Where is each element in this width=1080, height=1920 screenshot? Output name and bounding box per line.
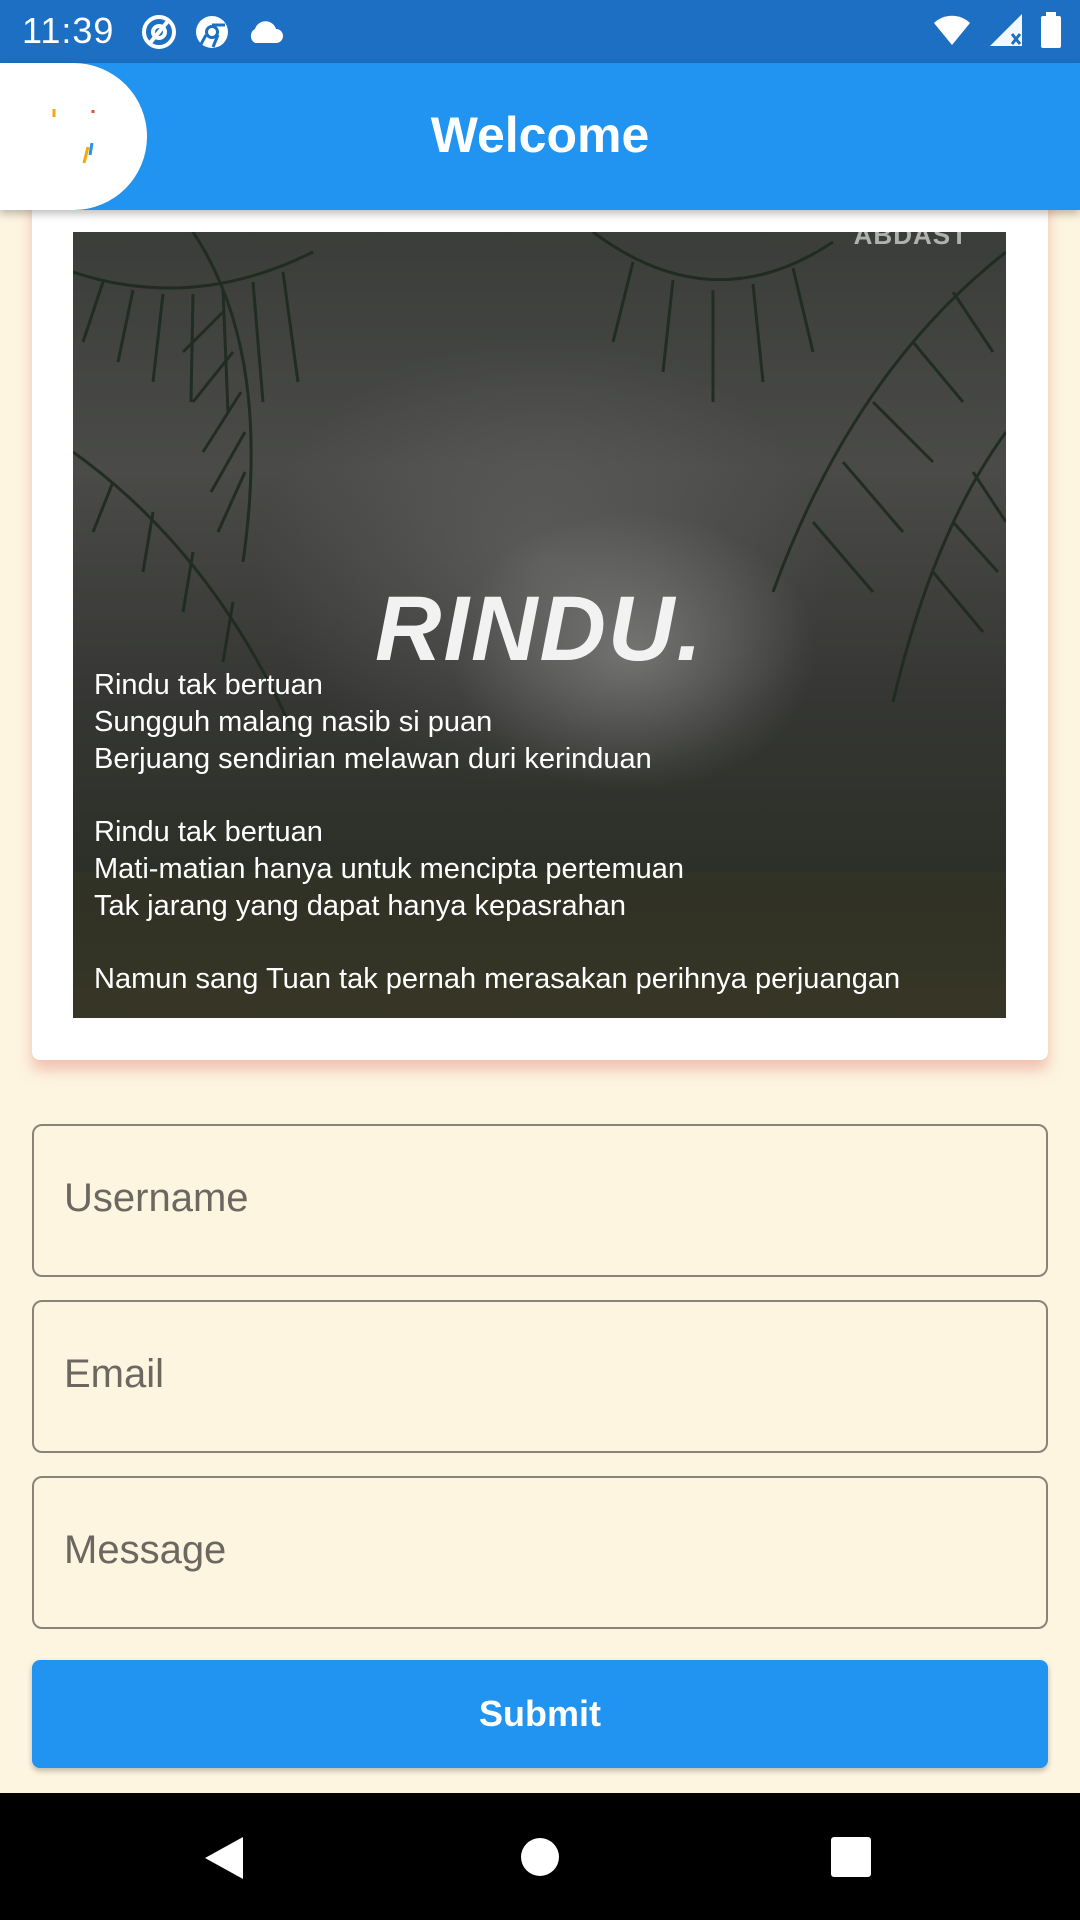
submit-button[interactable]: Submit xyxy=(32,1660,1048,1768)
status-time: 11:39 xyxy=(22,10,115,51)
poster-image: ABDAST RINDU. Rindu tak bertuan Sungguh … xyxy=(73,232,1006,1018)
chrome-icon xyxy=(194,14,230,55)
username-field[interactable]: Username xyxy=(32,1124,1048,1277)
home-icon[interactable] xyxy=(520,1837,560,1882)
back-icon[interactable] xyxy=(203,1835,245,1886)
status-bar: 11:39 xyxy=(0,0,1080,63)
message-field[interactable]: Message xyxy=(32,1476,1048,1629)
navigation-bar xyxy=(0,1793,1080,1920)
signal-icon xyxy=(988,12,1024,53)
poem-text: Rindu tak bertuan Sungguh malang nasib s… xyxy=(94,667,900,998)
app-bar: Welcome xyxy=(0,63,1080,210)
poem-line: Mati-matian hanya untuk mencipta pertemu… xyxy=(94,853,684,885)
recents-icon[interactable] xyxy=(831,1837,871,1882)
message-placeholder: Message xyxy=(64,1528,227,1572)
email-field[interactable]: Email xyxy=(32,1300,1048,1453)
status-icons-left xyxy=(140,13,284,56)
poster-brand: ABDAST xyxy=(853,232,968,250)
battery-icon xyxy=(1040,12,1062,53)
page-title: Welcome xyxy=(430,107,650,163)
username-placeholder: Username xyxy=(64,1176,249,1220)
at-sign-icon xyxy=(140,13,178,56)
poem-line: Rindu tak bertuan xyxy=(94,669,323,701)
status-icons-right xyxy=(932,12,1062,53)
poem-line: Tak jarang yang dapat hanya kepasrahan xyxy=(94,890,627,922)
poem-line: Rindu tak bertuan xyxy=(94,816,323,848)
poem-line: Berjuang sendirian melawan duri kerindua… xyxy=(94,743,652,775)
email-placeholder: Email xyxy=(64,1352,165,1396)
cloud-icon xyxy=(246,17,284,52)
poem-line: Sungguh malang nasib si puan xyxy=(94,706,493,738)
poem-line: Namun sang Tuan tak pernah merasakan per… xyxy=(94,963,901,995)
wifi-icon xyxy=(932,13,972,52)
